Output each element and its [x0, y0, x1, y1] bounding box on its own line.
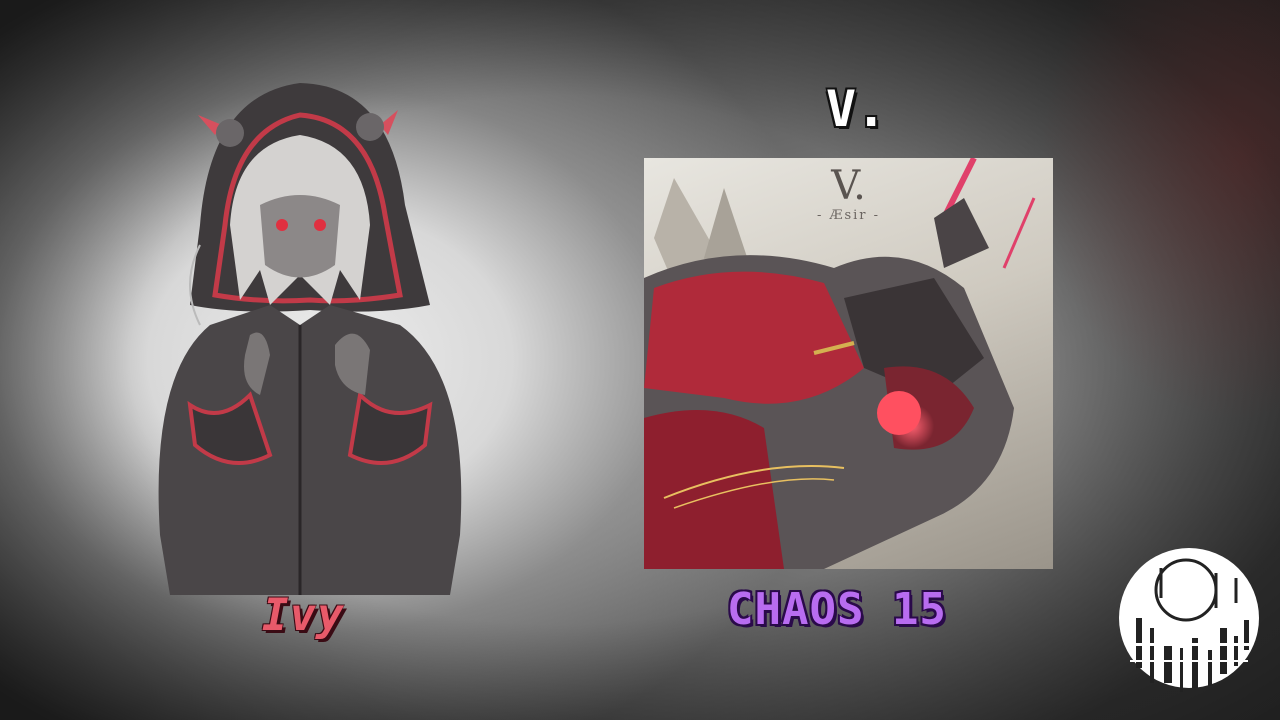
jacket-logo-text: V. — [831, 163, 866, 209]
character-portrait — [130, 75, 490, 615]
song-title: V. — [826, 80, 887, 138]
character-name: Ivy — [262, 590, 345, 641]
difficulty-label: CHAOS 15 — [727, 584, 947, 635]
jacket-subtitle: - Æsir - — [816, 208, 881, 223]
hooded-character-portrait-icon — [158, 83, 462, 595]
song-jacket: V. - Æsir - — [644, 158, 1053, 569]
glitch-circle-logo-icon — [1116, 548, 1262, 694]
